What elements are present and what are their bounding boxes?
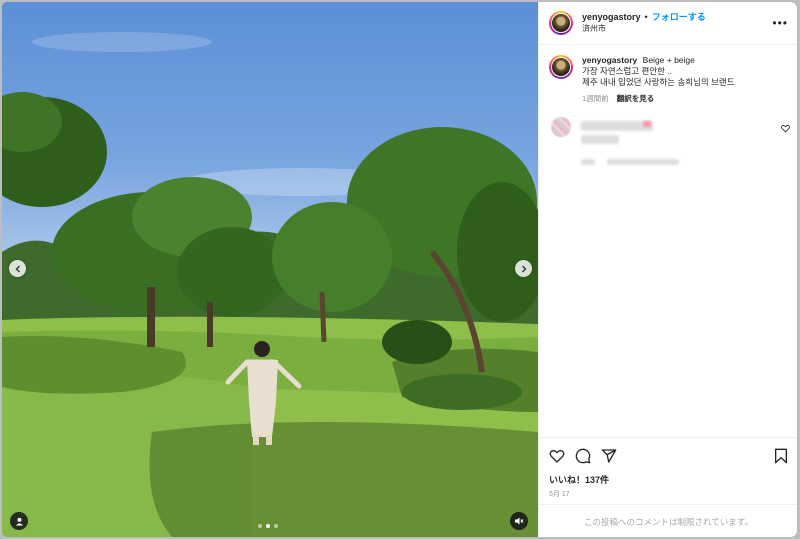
comment-icon xyxy=(575,448,591,464)
blurred-text xyxy=(581,159,595,165)
caption-text: 가장 자연스럽고 편안한 .. xyxy=(582,66,673,76)
caption-line-1: yenyogastory Beige + beige xyxy=(582,55,735,66)
post-photo[interactable] xyxy=(2,2,538,537)
park-scene-illustration xyxy=(2,32,538,537)
comment-avatar[interactable] xyxy=(551,117,571,137)
header-text: yenyogastory • フォローする 済州市 xyxy=(582,11,706,35)
mute-audio-button[interactable] xyxy=(510,512,528,530)
next-image-button[interactable] xyxy=(515,260,532,277)
avatar-ring xyxy=(551,13,571,33)
chevron-left-icon xyxy=(15,265,20,272)
caption-username[interactable]: yenyogastory xyxy=(582,55,637,65)
carousel-dot-active xyxy=(266,524,270,528)
avatar-image xyxy=(552,14,570,32)
translate-button[interactable]: 翻訳を見る xyxy=(617,94,655,103)
previous-image-button[interactable] xyxy=(9,260,26,277)
post-details-panel: yenyogastory • フォローする 済州市 ••• yenyogasto… xyxy=(538,2,797,537)
avatar-image xyxy=(552,58,570,76)
caption-avatar[interactable] xyxy=(549,55,573,79)
paper-plane-icon xyxy=(601,449,617,463)
username-link[interactable]: yenyogastory xyxy=(582,11,641,23)
header-line: yenyogastory • フォローする xyxy=(582,11,706,23)
share-button[interactable] xyxy=(601,448,617,464)
follow-button[interactable]: フォローする xyxy=(652,11,706,23)
like-button[interactable] xyxy=(549,448,565,464)
blurred-text xyxy=(607,159,679,165)
blurred-text xyxy=(581,135,619,144)
save-button[interactable] xyxy=(774,448,788,464)
action-row xyxy=(549,446,788,466)
post-time[interactable]: 1週間前 xyxy=(582,94,609,103)
speaker-muted-icon xyxy=(515,517,524,525)
heart-small-icon[interactable] xyxy=(781,124,790,133)
chevron-right-icon xyxy=(521,265,526,272)
blurred-emoji xyxy=(643,121,651,127)
caption-text: 제주 내내 입었던 사랑하는 송희님의 브랜드 xyxy=(582,77,735,87)
caption: yenyogastory Beige + beige 가장 자연스럽고 편안한 … xyxy=(539,45,797,104)
caption-body: yenyogastory Beige + beige 가장 자연스럽고 편안한 … xyxy=(582,55,735,104)
bookmark-icon xyxy=(775,448,787,464)
post-date[interactable]: 5月 17 xyxy=(549,489,788,499)
comments-disabled-notice: この投稿へのコメントは制限されています。 xyxy=(539,504,797,537)
post-actions: いいね！137件 5月 17 xyxy=(539,437,797,499)
carousel-dot xyxy=(274,524,278,528)
post-modal: yenyogastory • フォローする 済州市 ••• yenyogasto… xyxy=(2,2,797,537)
comment-button[interactable] xyxy=(575,448,591,464)
location-link[interactable]: 済州市 xyxy=(582,23,706,35)
likes-count[interactable]: いいね！137件 xyxy=(549,473,788,486)
post-header: yenyogastory • フォローする 済州市 ••• xyxy=(539,2,797,45)
blurred-comment xyxy=(551,117,791,177)
caption-title: Beige + beige xyxy=(642,55,695,65)
heart-icon xyxy=(549,449,565,463)
avatar[interactable] xyxy=(549,11,573,35)
tagged-users-button[interactable] xyxy=(10,512,28,530)
more-options-button[interactable]: ••• xyxy=(772,16,788,30)
caption-meta: 1週間前 翻訳を見る xyxy=(582,93,735,104)
carousel-dot xyxy=(258,524,262,528)
user-icon xyxy=(15,517,23,526)
separator-dot: • xyxy=(644,12,648,22)
carousel-indicator xyxy=(258,524,278,528)
avatar-ring xyxy=(551,57,571,77)
